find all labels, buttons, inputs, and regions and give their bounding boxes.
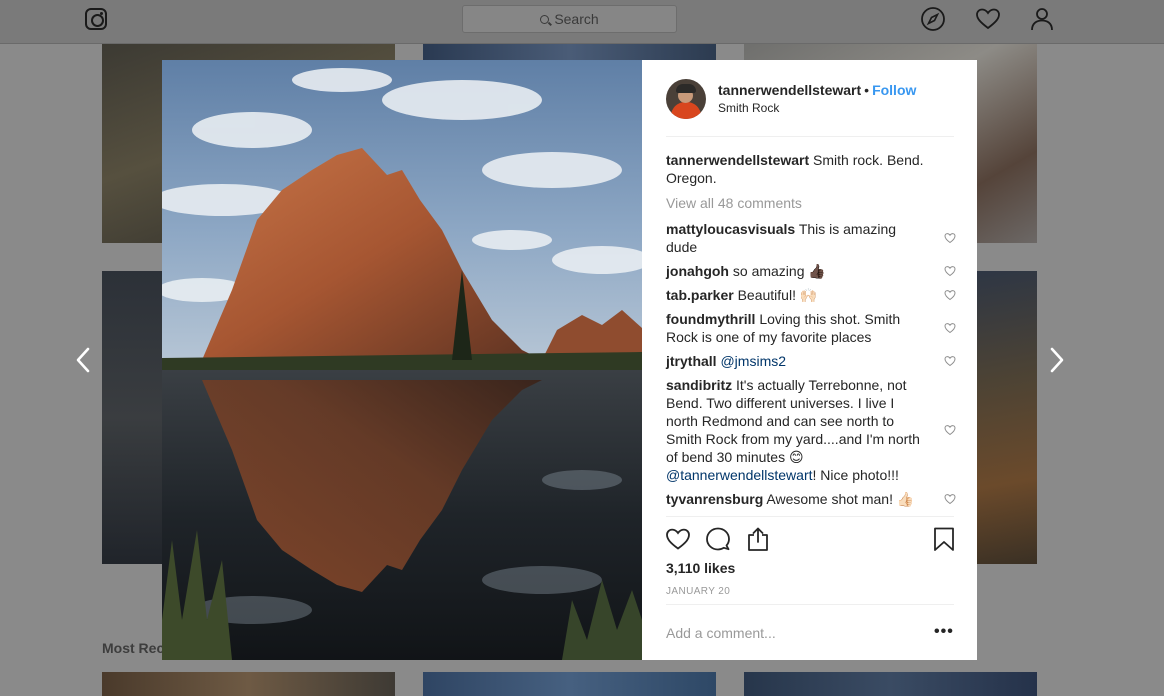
like-heart-icon[interactable] — [665, 526, 691, 552]
post-author-username[interactable]: tannerwendellstewart — [718, 82, 861, 98]
post-author-line: tannerwendellstewart • Follow — [718, 82, 916, 98]
view-all-comments-link[interactable]: View all 48 comments — [666, 194, 956, 212]
smith-rock-reflection-image — [162, 60, 642, 660]
comment-text: Beautiful! 🙌🏻 — [737, 287, 818, 303]
post-detail-panel: tannerwendellstewart • Follow Smith Rock t… — [642, 60, 977, 660]
search-icon — [540, 14, 550, 24]
bookmark-save-icon[interactable] — [931, 526, 957, 552]
post-location[interactable]: Smith Rock — [718, 101, 779, 115]
heart-icon[interactable] — [975, 6, 1001, 32]
previous-post-arrow-icon[interactable] — [73, 346, 93, 374]
post-header: tannerwendellstewart • Follow Smith Rock — [666, 79, 954, 137]
divider — [666, 516, 954, 517]
section-title: Most Rec — [102, 640, 165, 656]
comment-like-heart-icon[interactable] — [944, 493, 956, 505]
comment-username[interactable]: sandibritz — [666, 377, 732, 393]
comment-bubble-icon[interactable] — [705, 526, 731, 552]
grid-post-thumbnail[interactable] — [102, 672, 395, 696]
comment-username[interactable]: foundmythrill — [666, 311, 755, 327]
profile-icon[interactable] — [1029, 6, 1055, 32]
post-date: JANUARY 20 — [666, 586, 731, 597]
next-post-arrow-icon[interactable] — [1047, 346, 1067, 374]
caption-username[interactable]: tannerwendellstewart — [666, 152, 809, 168]
comment-item: mattyloucasvisuals This is amazing dude — [666, 220, 956, 256]
comment-like-heart-icon[interactable] — [944, 322, 956, 334]
comment-mention[interactable]: @jmsims2 — [720, 353, 786, 369]
comment-like-heart-icon[interactable] — [944, 232, 956, 244]
divider — [666, 604, 954, 605]
instagram-logo-icon[interactable] — [85, 8, 107, 30]
comment-like-heart-icon[interactable] — [944, 355, 956, 367]
comment-text-end: ! Nice photo!!! — [812, 467, 899, 483]
comment-like-heart-icon[interactable] — [944, 265, 956, 277]
search-placeholder: Search — [554, 11, 599, 27]
top-navigation-bar: Search — [0, 0, 1164, 44]
avatar[interactable] — [666, 79, 706, 119]
likes-count[interactable]: 3,110 likes — [666, 560, 735, 576]
comment-username[interactable]: tab.parker — [666, 287, 734, 303]
compass-icon[interactable] — [920, 6, 946, 32]
comments-section: tannerwendellstewart Smith rock. Bend. O… — [666, 151, 956, 508]
comment-like-heart-icon[interactable] — [944, 424, 956, 436]
comment-username[interactable]: jonahgoh — [666, 263, 729, 279]
search-input[interactable]: Search — [462, 5, 677, 33]
comment-username[interactable]: jtrythall — [666, 353, 717, 369]
post-photo[interactable] — [162, 60, 642, 660]
comment-text: so amazing 👍🏿 — [732, 263, 826, 279]
follow-button[interactable]: Follow — [872, 82, 916, 98]
grid-post-thumbnail[interactable] — [744, 672, 1037, 696]
comment-username[interactable]: mattyloucasvisuals — [666, 221, 795, 237]
comment-item: tab.parker Beautiful! 🙌🏻 — [666, 286, 956, 304]
comment-item: foundmythrill Loving this shot. Smith Ro… — [666, 310, 956, 346]
more-options-icon[interactable]: ••• — [934, 624, 954, 640]
add-comment-input[interactable]: Add a comment... — [666, 625, 776, 641]
post-caption: tannerwendellstewart Smith rock. Bend. O… — [666, 151, 956, 187]
grid-post-thumbnail[interactable] — [423, 672, 716, 696]
grid-post-thumbnail[interactable] — [423, 44, 716, 60]
comment-item: sandibritz It's actually Terrebonne, not… — [666, 376, 956, 484]
follow-separator: • — [864, 82, 870, 98]
comment-mention[interactable]: @tannerwendellstewart — [666, 467, 813, 483]
comment-item: tyvanrensburg Awesome shot man! 👍🏻 — [666, 490, 956, 508]
comment-like-heart-icon[interactable] — [944, 289, 956, 301]
share-icon[interactable] — [745, 526, 771, 552]
comment-username[interactable]: tyvanrensburg — [666, 491, 763, 507]
comment-item: jtrythall @jmsims2 — [666, 352, 956, 370]
comment-text: Awesome shot man! 👍🏻 — [766, 491, 915, 507]
comment-item: jonahgoh so amazing 👍🏿 — [666, 262, 956, 280]
